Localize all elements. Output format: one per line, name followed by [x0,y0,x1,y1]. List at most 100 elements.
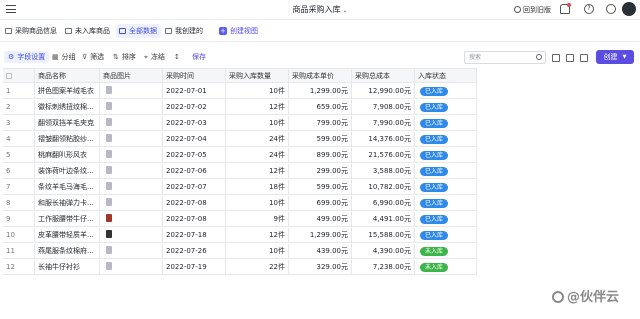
quantity-cell[interactable]: 10件 [226,116,289,131]
product-image-cell[interactable] [100,148,163,163]
product-name-cell[interactable]: 翻领双挡羊毛夹克 [35,116,100,131]
product-image-cell[interactable] [100,100,163,115]
compass-icon[interactable] [606,4,616,14]
purchase-date-cell[interactable]: 2022-07-02 [163,100,226,115]
product-thumbnail[interactable] [106,246,112,254]
sort-button[interactable]: ⇅ 排序 [113,51,136,63]
purchase-date-cell[interactable]: 2022-07-19 [163,260,226,275]
table-row[interactable]: 6 装饰荷叶边条纹... 2022-07-06 12件 299.00元 3,588.00元… [3,164,477,179]
column-header[interactable]: 入库状态 [415,69,477,84]
table-row[interactable]: 8 和服长袖弹力卡... 2022-07-08 10件 699.00元 6,990.00元… [3,196,477,211]
total-cost-cell[interactable]: 12,990.00元 [352,84,415,99]
product-thumbnail[interactable] [106,198,112,206]
unit-cost-cell[interactable]: 1,299.00元 [289,84,352,99]
freeze-button[interactable]: ⌖ 冻结 [144,51,165,63]
table-row[interactable]: 9 工作服腰带牛仔... 2022-07-08 9件 499.00元 4,491.00元已… [3,212,477,227]
unit-cost-cell[interactable]: 699.00元 [289,196,352,211]
product-thumbnail[interactable] [106,102,112,110]
product-thumbnail[interactable] [106,230,112,238]
column-header[interactable]: 采购时间 [163,69,226,84]
product-name-cell[interactable]: 装饰荷叶边条纹... [35,164,100,179]
product-image-cell[interactable] [100,196,163,211]
product-name-cell[interactable]: 桃麻翻叭形风衣 [35,148,100,163]
total-cost-cell[interactable]: 10,782.00元 [352,180,415,195]
status-cell[interactable]: 未入库 [415,260,477,275]
tab-all-data[interactable]: 全部数据 [116,24,161,38]
unit-cost-cell[interactable]: 659.00元 [289,100,352,115]
filter-button[interactable]: ⊽ 筛选 [82,51,104,63]
product-image-cell[interactable] [100,164,163,179]
unit-cost-cell[interactable]: 899.00元 [289,148,352,163]
more-icon[interactable] [580,54,588,62]
status-cell[interactable]: 已入库 [415,196,477,211]
column-header[interactable]: 商品图片 [100,69,163,84]
table-row[interactable]: 11 燕尾服条纹棉府... 2022-07-26 10件 439.00元 4,390.00… [3,244,477,259]
search-input[interactable]: 搜索 [464,51,546,64]
table-row[interactable]: 12 长袖牛仔衬衫 2022-07-19 22件 329.00元 7,238.00元 未入库 [3,260,477,275]
status-cell[interactable]: 已入库 [415,132,477,147]
unit-cost-cell[interactable]: 499.00元 [289,212,352,227]
tab-not-stocked[interactable]: 未入库商品 [62,24,114,38]
status-cell[interactable]: 已入库 [415,84,477,99]
purchase-date-cell[interactable]: 2022-07-04 [163,132,226,147]
purchase-date-cell[interactable]: 2022-07-06 [163,164,226,179]
table-row[interactable]: 1 拼色图案羊绒毛衣 2022-07-01 10件 1,299.00元 12,990.00… [3,84,477,99]
purchase-date-cell[interactable]: 2022-07-05 [163,148,226,163]
quantity-cell[interactable]: 10件 [226,196,289,211]
quantity-cell[interactable]: 22件 [226,260,289,275]
purchase-date-cell[interactable]: 2022-07-08 [163,196,226,211]
quantity-cell[interactable]: 24件 [226,132,289,147]
status-cell[interactable]: 已入库 [415,100,477,115]
unit-cost-cell[interactable]: 599.00元 [289,132,352,147]
product-image-cell[interactable] [100,212,163,227]
product-name-cell[interactable]: 褶皱翻领粘胶纱... [35,132,100,147]
purchase-date-cell[interactable]: 2022-07-07 [163,180,226,195]
status-cell[interactable]: 已入库 [415,212,477,227]
purchase-date-cell[interactable]: 2022-07-03 [163,116,226,131]
quantity-cell[interactable]: 24件 [226,148,289,163]
unit-cost-cell[interactable]: 299.00元 [289,164,352,179]
product-name-cell[interactable]: 拼色图案羊绒毛衣 [35,84,100,99]
quantity-cell[interactable]: 12件 [226,228,289,243]
product-name-cell[interactable]: 条纹羊毛马海毛... [35,180,100,195]
avatar[interactable] [622,2,636,16]
product-name-cell[interactable]: 徽标刺绣扭纹棉... [35,100,100,115]
purchase-date-cell[interactable]: 2022-07-18 [163,228,226,243]
product-name-cell[interactable]: 燕尾服条纹棉府... [35,244,100,259]
column-header[interactable]: 采购总成本 [352,69,415,84]
product-thumbnail[interactable] [106,166,112,174]
total-cost-cell[interactable]: 7,238.00元 [352,260,415,275]
group-button[interactable]: ▦ 分组 [52,51,76,63]
create-view-button[interactable]: + 创建视图 [216,24,262,38]
column-header[interactable]: 采购成本单价 [289,69,352,84]
quantity-cell[interactable]: 9件 [226,212,289,227]
total-cost-cell[interactable]: 4,390.00元 [352,244,415,259]
unit-cost-cell[interactable]: 439.00元 [289,244,352,259]
status-cell[interactable]: 已入库 [415,180,477,195]
total-cost-cell[interactable]: 21,576.00元 [352,148,415,163]
unit-cost-cell[interactable]: 1,299.00元 [289,228,352,243]
status-cell[interactable]: 已入库 [415,148,477,163]
quantity-cell[interactable]: 10件 [226,84,289,99]
filter-icon[interactable] [552,54,560,62]
product-image-cell[interactable] [100,180,163,195]
table-row[interactable]: 10 皮革腰带轻质羊... 2022-07-18 12件 1,299.00元 15,588… [3,228,477,243]
product-image-cell[interactable] [100,244,163,259]
product-name-cell[interactable]: 工作服腰带牛仔... [35,212,100,227]
purchase-date-cell[interactable]: 2022-07-08 [163,212,226,227]
total-cost-cell[interactable]: 6,990.00元 [352,196,415,211]
help-icon[interactable]: ? [584,4,594,14]
unit-cost-cell[interactable]: 799.00元 [289,116,352,131]
total-cost-cell[interactable]: 3,588.00元 [352,164,415,179]
row-height-button[interactable]: ↕ [174,51,183,63]
total-cost-cell[interactable]: 4,491.00元 [352,212,415,227]
product-thumbnail[interactable] [106,86,112,94]
column-header[interactable]: 商品名称 [35,69,100,84]
total-cost-cell[interactable]: 14,376.00元 [352,132,415,147]
table-row[interactable]: 4 褶皱翻领粘胶纱... 2022-07-04 24件 599.00元 14,376.00… [3,132,477,147]
product-thumbnail[interactable] [106,182,112,190]
total-cost-cell[interactable]: 7,908.00元 [352,100,415,115]
share-icon[interactable] [566,54,574,62]
table-row[interactable]: 3 翻领双挡羊毛夹克 2022-07-03 10件 799.00元 7,990.00元 已入… [3,116,477,131]
status-cell[interactable]: 未入库 [415,244,477,259]
